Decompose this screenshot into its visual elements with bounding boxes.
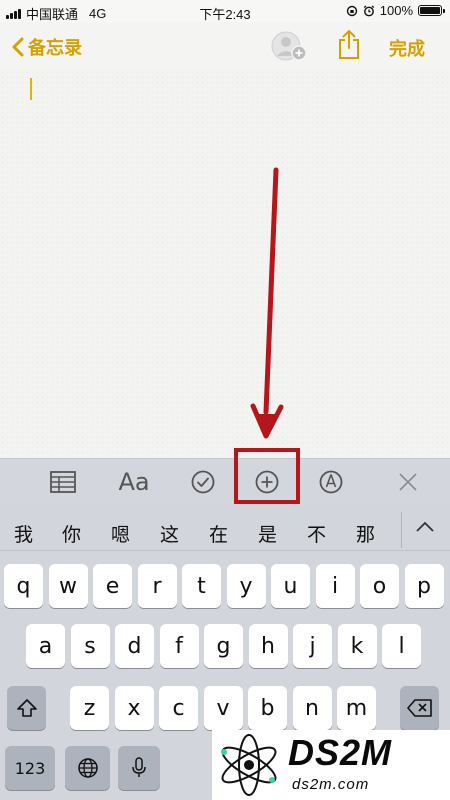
backspace-icon [406,699,432,717]
share-icon[interactable] [337,28,361,60]
key-l[interactable]: l [382,624,421,668]
key-v[interactable]: v [203,686,243,730]
key-q[interactable]: q [4,564,43,608]
key-s[interactable]: s [70,624,110,668]
battery-percent: 100% [379,3,413,18]
status-left: 中国联通 4G [6,4,106,23]
markup-button[interactable] [314,467,348,497]
key-a[interactable]: a [26,624,65,668]
shift-key[interactable] [7,686,46,730]
key-o[interactable]: o [360,564,399,608]
globe-key[interactable] [65,746,110,790]
table-icon [50,471,76,493]
nav-bar: 备忘录 完成 [0,22,450,70]
globe-icon [77,758,98,778]
key-u[interactable]: u [271,564,310,608]
key-b[interactable]: b [248,686,287,730]
candidate-bar: 我你嗯这在是不那 [0,506,450,551]
dictation-key[interactable] [118,746,160,790]
signal-icon [6,8,21,19]
add-people-icon[interactable] [270,29,310,63]
key-c[interactable]: c [159,686,198,730]
back-button[interactable]: 备忘录 [12,34,82,60]
atom-logo-icon [221,734,277,796]
key-n[interactable]: n [292,686,332,730]
markup-icon [319,470,343,494]
network-label: 4G [89,6,107,21]
text-style-button[interactable]: Aa [117,467,151,497]
close-toolbar-button[interactable] [391,467,425,497]
delete-key[interactable] [400,686,439,730]
text-style-icon: Aa [118,468,150,496]
key-i[interactable]: i [315,564,355,608]
text-cursor [30,78,32,100]
candidate-divider [401,512,402,548]
status-bar: 中国联通 4G 下午2:43 100% [0,0,450,22]
watermark: DS2M ds2m.com [212,730,450,800]
battery-icon [418,5,445,16]
key-g[interactable]: g [204,624,243,668]
key-z[interactable]: z [70,686,109,730]
watermark-url: ds2m.com [292,776,370,793]
key-e[interactable]: e [93,564,132,608]
candidate-word[interactable]: 这 [160,520,179,547]
checklist-icon [191,470,215,494]
chevron-left-icon [12,37,24,57]
chevron-up-icon[interactable] [414,520,436,534]
key-d[interactable]: d [115,624,154,668]
key-h[interactable]: h [248,624,288,668]
candidate-word[interactable]: 是 [258,520,277,547]
key-m[interactable]: m [337,686,376,730]
key-k[interactable]: k [337,624,377,668]
format-toolbar: Aa [0,458,450,507]
close-icon [399,473,417,491]
key-x[interactable]: x [114,686,154,730]
note-editor[interactable] [0,70,450,458]
key-f[interactable]: f [159,624,199,668]
candidate-word[interactable]: 不 [307,520,326,547]
candidate-word[interactable]: 你 [62,520,81,547]
key-y[interactable]: y [226,564,266,608]
carrier-label: 中国联通 [26,7,79,22]
status-time: 下午2:43 [199,7,251,22]
candidate-word[interactable]: 嗯 [111,520,130,547]
add-icon [255,470,279,494]
alarm-icon [363,5,374,16]
status-right: 100% [346,3,445,18]
watermark-title: DS2M [288,732,393,773]
shift-icon [16,699,37,717]
add-button[interactable] [250,467,284,497]
orientation-lock-icon [346,5,357,16]
key-r[interactable]: r [137,564,177,608]
key-p[interactable]: p [404,564,444,608]
key-w[interactable]: w [48,564,88,608]
key-j[interactable]: j [293,624,332,668]
back-label: 备忘录 [28,38,82,58]
done-button[interactable]: 完成 [389,35,425,61]
candidate-word[interactable]: 在 [209,520,228,547]
microphone-icon [132,757,146,777]
checklist-button[interactable] [186,467,220,497]
numbers-key[interactable]: 123 [5,746,55,790]
candidate-word[interactable]: 我 [14,520,33,547]
key-t[interactable]: t [182,564,221,608]
table-button[interactable] [46,467,80,497]
candidate-word[interactable]: 那 [356,520,375,547]
